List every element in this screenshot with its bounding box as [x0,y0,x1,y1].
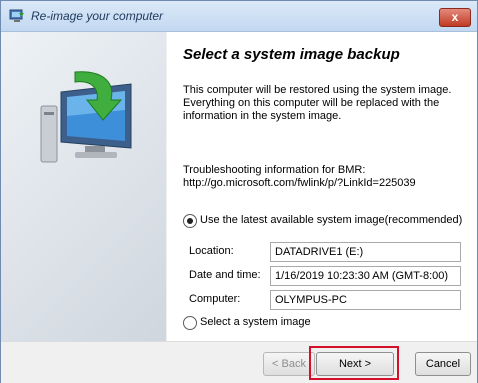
reimage-dialog: Re-image your computer x Select a system… [0,0,478,383]
close-button[interactable]: x [439,8,471,27]
computer-value: OLYMPUS-PC [270,290,461,310]
select-image-label[interactable]: Select a system image [200,316,311,328]
left-pane [1,32,166,341]
troubleshooting-link: http://go.microsoft.com/fwlink/p/?LinkId… [183,177,416,189]
description-text: This computer will be restored using the… [183,84,452,122]
back-button[interactable]: < Back [263,352,315,376]
datetime-label: Date and time: [189,269,261,281]
use-latest-label[interactable]: Use the latest available system image(re… [200,214,462,226]
title-bar: Re-image your computer x [1,1,477,32]
page-title: Select a system image backup [183,46,400,63]
location-label: Location: [189,245,234,257]
next-button[interactable]: Next > [316,352,394,376]
restore-computer-icon [9,9,25,23]
datetime-value: 1/16/2019 10:23:30 AM (GMT-8:00) [270,266,461,286]
cancel-button[interactable]: Cancel [415,352,471,376]
location-value: DATADRIVE1 (E:) [270,242,461,262]
computer-restore-graphic [39,70,139,165]
window-title: Re-image your computer [31,9,164,23]
select-image-radio[interactable] [183,316,197,330]
use-latest-radio[interactable] [183,214,197,228]
content-pane: Select a system image backup This comput… [167,32,477,341]
troubleshooting-label: Troubleshooting information for BMR: [183,164,366,176]
computer-label: Computer: [189,293,241,305]
button-bar: < Back Next > Cancel [1,341,477,383]
